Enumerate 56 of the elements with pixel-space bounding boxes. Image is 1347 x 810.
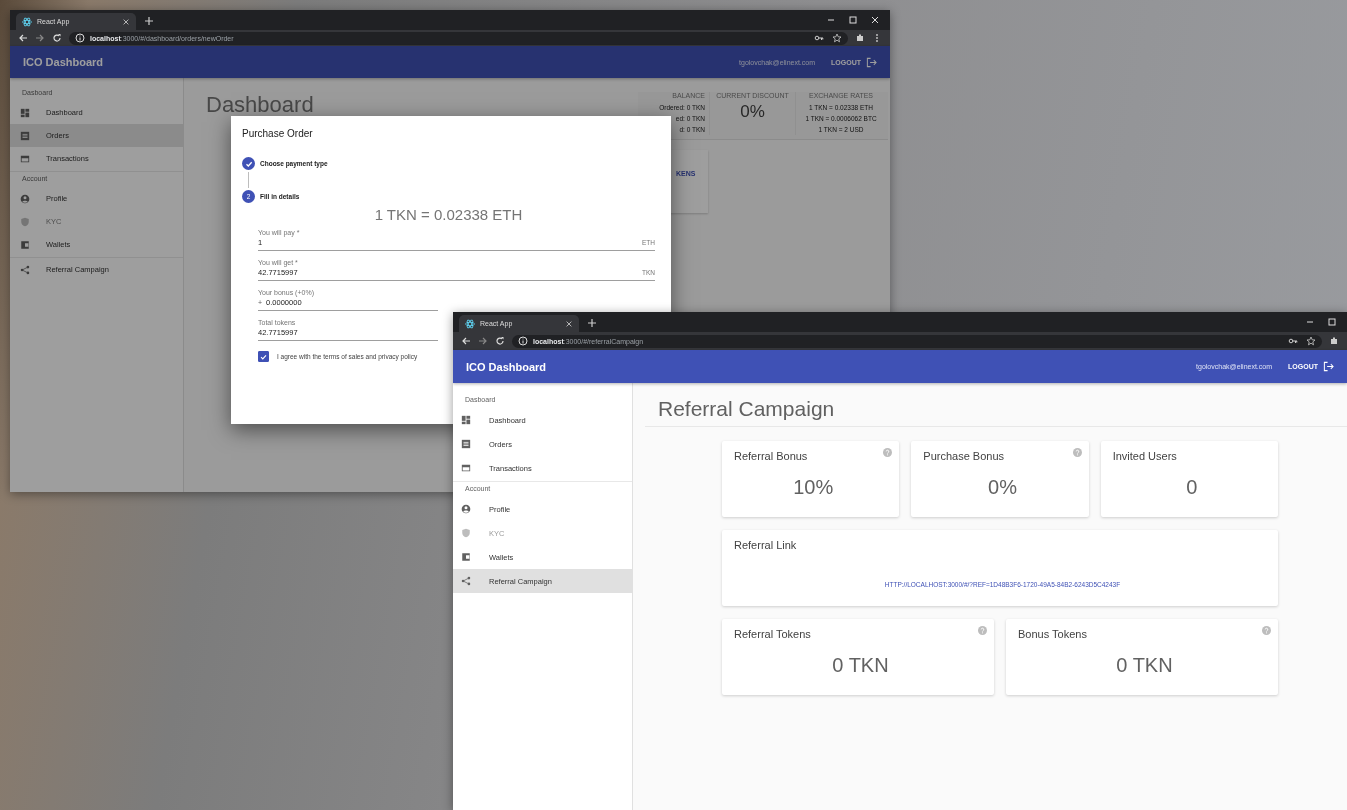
back-arrow-icon[interactable] [461, 336, 471, 346]
stat-value: 0% [739, 102, 766, 122]
wallet-icon [20, 239, 30, 250]
grid-icon [461, 415, 471, 425]
card-title: Referral Link [734, 539, 797, 551]
dialog-title: Purchase Order [242, 128, 314, 139]
app-title: ICO Dashboard [466, 360, 547, 373]
shield-icon [20, 216, 30, 227]
logout-icon [866, 56, 877, 68]
share-icon [461, 576, 471, 586]
checkbox[interactable] [258, 351, 269, 362]
card-title: Purchase Bonus [923, 450, 1005, 462]
forward-arrow-icon[interactable] [478, 336, 488, 346]
app-title: ICO Dashboard [23, 56, 104, 68]
extension-icon[interactable] [855, 33, 865, 43]
list-icon [20, 130, 30, 141]
card-title: Bonus Tokens [1018, 628, 1087, 640]
page-heading: Dashboard [206, 94, 314, 116]
star-icon[interactable] [1306, 336, 1316, 346]
info-icon [75, 33, 85, 43]
back-arrow-icon[interactable] [18, 33, 28, 43]
share-icon [20, 264, 30, 275]
reload-icon[interactable] [495, 336, 505, 346]
reload-icon[interactable] [52, 33, 62, 43]
card-value: 0% [987, 476, 1018, 499]
list-icon [461, 439, 471, 449]
card-value: 0 TKN [1115, 654, 1174, 677]
card-value: 0 [1185, 476, 1199, 499]
maximize-icon[interactable] [848, 15, 858, 25]
shield-icon [461, 528, 471, 538]
wallet-icon [461, 552, 471, 562]
credit-card-icon [461, 463, 471, 473]
grid-icon [20, 107, 30, 118]
page-heading: Referral Campaign [645, 383, 1347, 427]
new-tab-icon[interactable] [144, 16, 154, 26]
key-icon[interactable] [1288, 336, 1298, 346]
card-title: Referral Tokens [734, 628, 811, 640]
forward-arrow-icon[interactable] [35, 33, 45, 43]
react-logo-icon [465, 318, 475, 329]
new-tab-icon[interactable] [587, 318, 597, 328]
close-tab-icon[interactable] [565, 319, 573, 328]
card-value: 10% [792, 476, 835, 499]
card-value: 0 TKN [831, 654, 890, 677]
info-icon [518, 336, 528, 346]
card-title: Invited Users [1112, 450, 1177, 462]
close-tab-icon[interactable] [122, 17, 130, 26]
card-title: Referral Bonus [734, 450, 808, 462]
close-icon[interactable] [870, 15, 880, 25]
logout-icon [1323, 361, 1334, 372]
extension-icon[interactable] [1329, 336, 1339, 346]
credit-card-icon [20, 153, 30, 164]
exchange-rate: 1 TKN = 0.02338 ETH [373, 206, 524, 223]
react-logo-icon [22, 16, 32, 27]
maximize-icon[interactable] [1327, 317, 1337, 327]
key-icon[interactable] [814, 33, 824, 43]
star-icon[interactable] [832, 33, 842, 43]
